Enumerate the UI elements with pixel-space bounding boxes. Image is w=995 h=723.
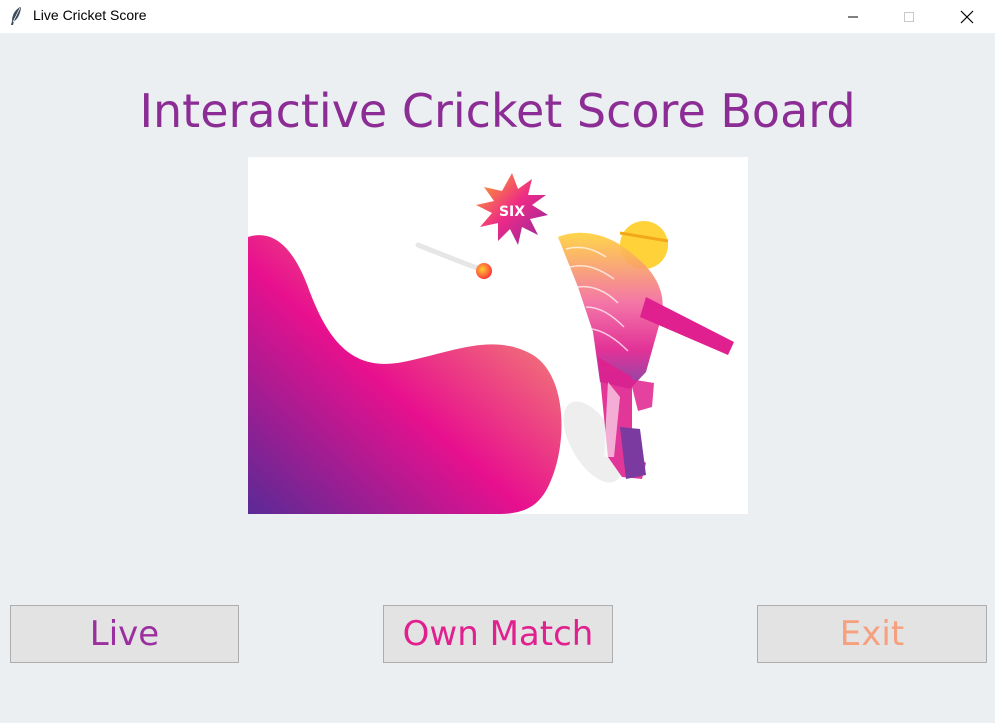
gradient-blob [248, 235, 562, 514]
maximize-icon [904, 11, 914, 22]
own-match-button[interactable]: Own Match [383, 605, 613, 663]
minimize-button[interactable] [830, 0, 876, 33]
maximize-button[interactable] [886, 0, 932, 33]
window-titlebar: Live Cricket Score [0, 0, 995, 33]
live-button-label: Live [89, 614, 160, 654]
cricket-illustration: SIX [248, 157, 748, 514]
svg-text:SIX: SIX [499, 204, 525, 220]
close-button[interactable] [944, 0, 990, 33]
close-icon [960, 10, 974, 23]
own-match-button-label: Own Match [402, 614, 594, 654]
page-title: Interactive Cricket Score Board [139, 84, 856, 138]
minimize-icon [848, 16, 858, 17]
exit-button-label: Exit [839, 614, 905, 654]
window-title: Live Cricket Score [33, 7, 147, 23]
live-button[interactable]: Live [10, 605, 239, 663]
exit-button[interactable]: Exit [757, 605, 987, 663]
ball-icon [476, 263, 492, 279]
feather-icon [11, 7, 21, 25]
batter-figure [558, 221, 734, 483]
